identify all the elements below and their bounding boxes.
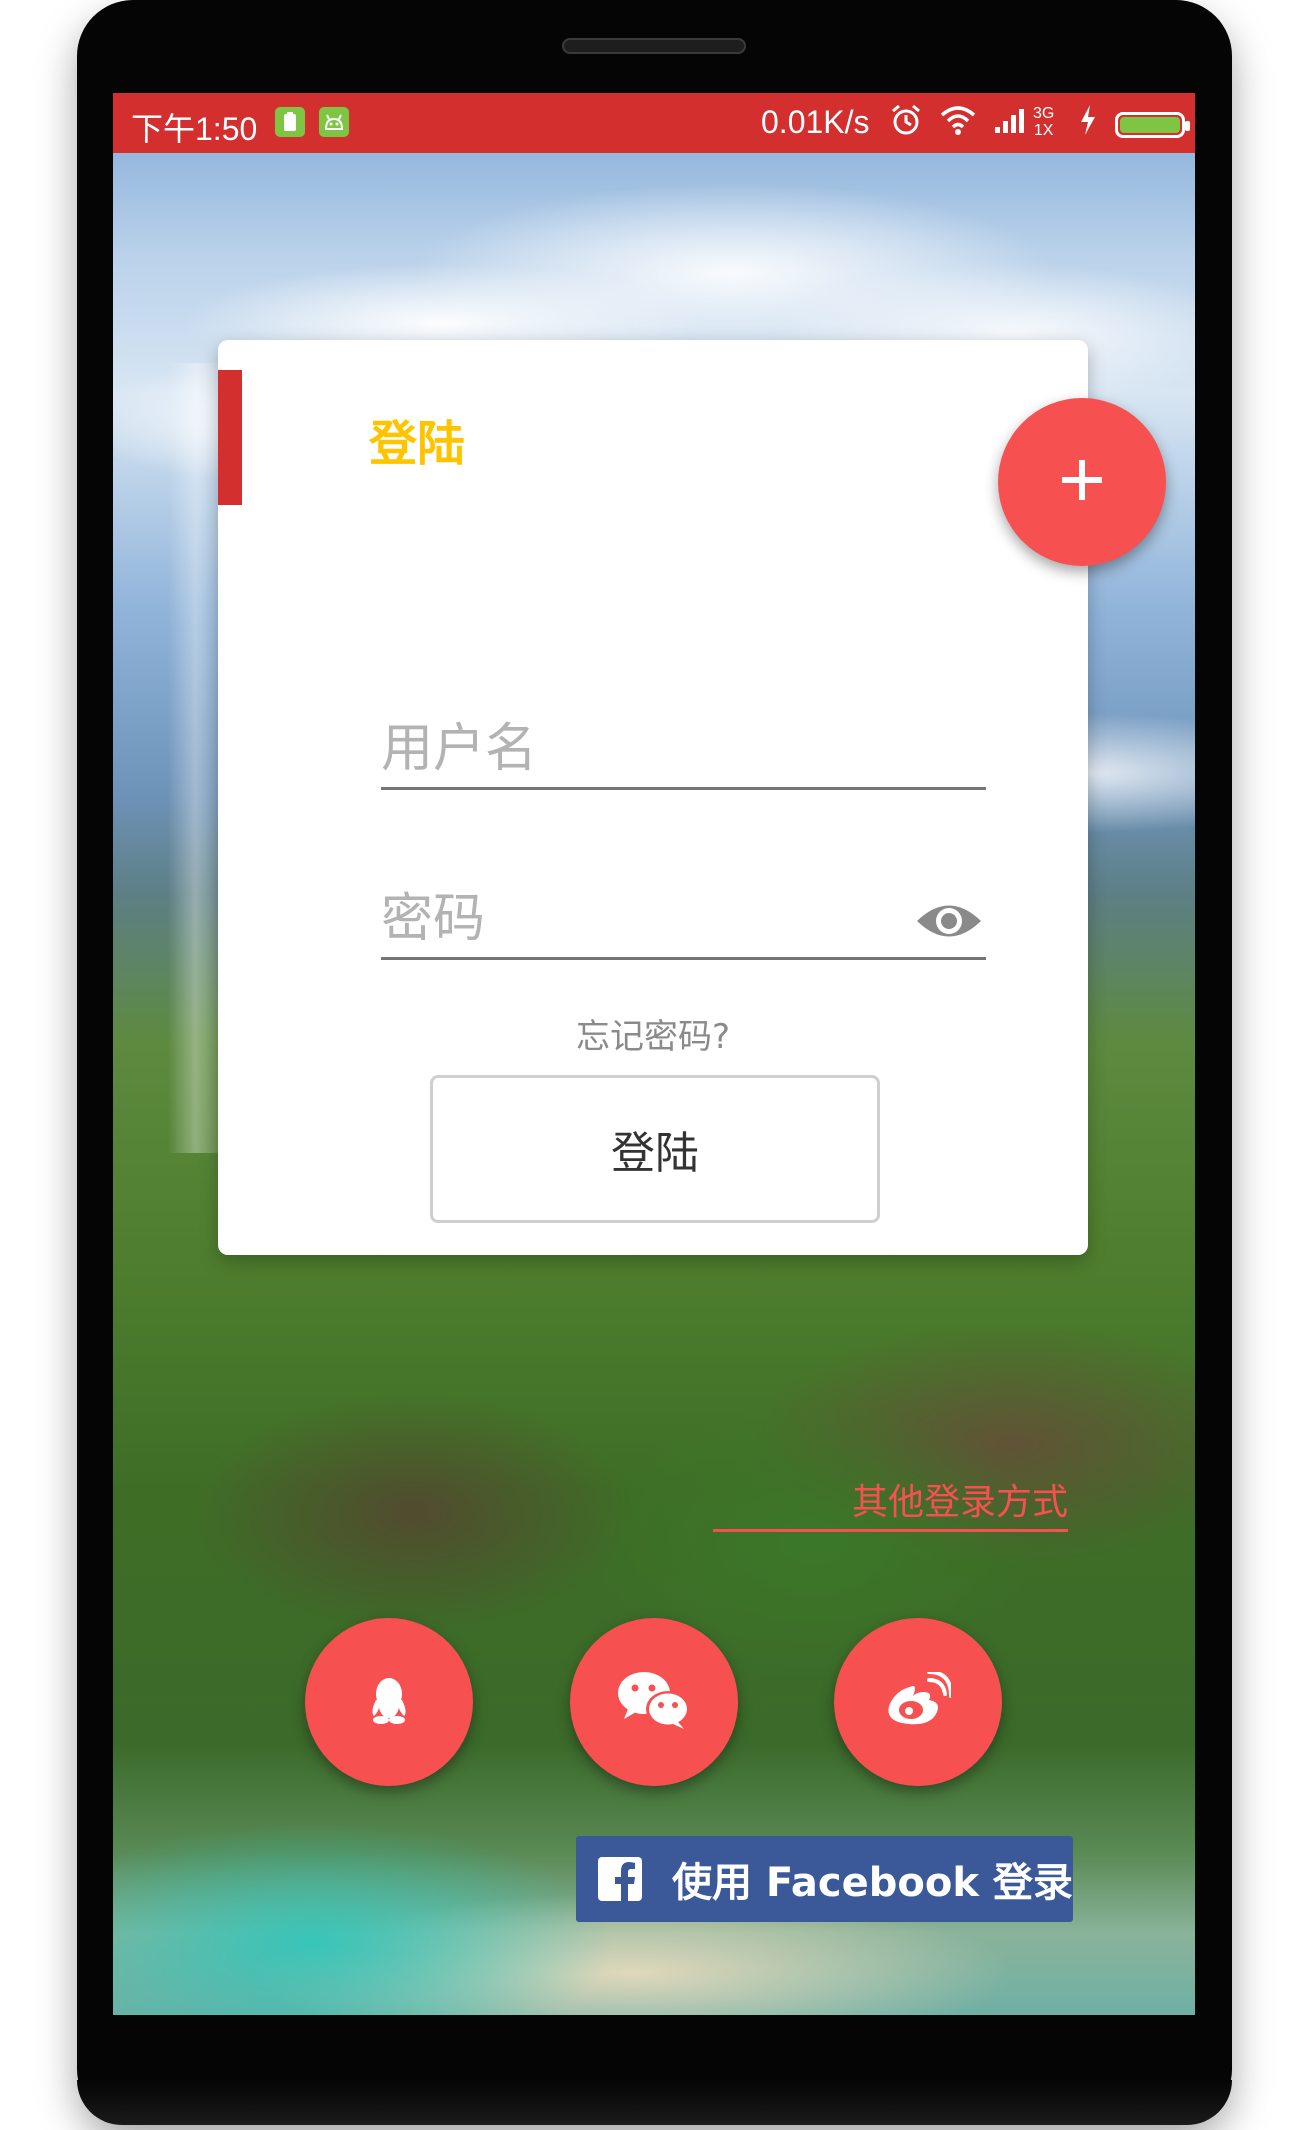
facebook-login-label: 使用 Facebook 登录 [672,1860,1073,1906]
wechat-login-button[interactable] [570,1618,738,1786]
password-field[interactable] [381,880,986,960]
other-login-methods-link[interactable]: 其他登录方式 [713,1473,1068,1532]
facebook-login-button[interactable]: 使用 Facebook 登录 [576,1836,1073,1922]
wechat-icon [616,1669,692,1735]
login-button[interactable]: 登陆 [430,1075,880,1223]
battery-app-icon [275,107,305,137]
weibo-login-button[interactable] [834,1618,1002,1786]
android-app-icon [319,107,349,137]
background-card-shadow [168,363,223,1153]
wifi-icon [939,103,977,148]
username-field[interactable] [381,710,986,790]
login-card: 登陆 登陆 [218,340,1088,1255]
phone-frame-bottom [77,2080,1232,2125]
battery-icon [1115,112,1190,138]
network-type-bottom: 1X [1033,122,1054,139]
username-input[interactable] [381,710,986,787]
eye-icon[interactable] [914,898,984,944]
forgot-password-link[interactable]: 忘记密码? [218,1009,1088,1058]
card-title: 登陆 [369,416,466,472]
network-type-label: 3G 1X [1033,105,1054,139]
status-bar: 下午1:50 0.01K/s 3G 1X [113,93,1195,153]
qq-icon [364,1674,414,1730]
alarm-icon [889,103,923,148]
plus-icon [1060,458,1104,506]
password-input[interactable] [381,880,986,957]
screen: 下午1:50 0.01K/s 3G 1X 登陆 用户名 登陆 忘记密码? 其他登… [113,93,1195,2015]
network-speed: 0.01K/s [761,104,870,140]
phone-speaker [562,38,746,54]
weibo-icon [885,1670,953,1732]
card-accent-bar [218,370,242,505]
qq-login-button[interactable] [305,1618,473,1786]
add-fab-button[interactable] [998,398,1166,566]
network-type-top: 3G [1033,105,1055,122]
status-time: 下午1:50 [131,111,258,147]
cellular-signal-icon [993,103,1029,148]
charging-bolt-icon [1078,103,1098,148]
facebook-logo-icon [598,1857,642,1901]
